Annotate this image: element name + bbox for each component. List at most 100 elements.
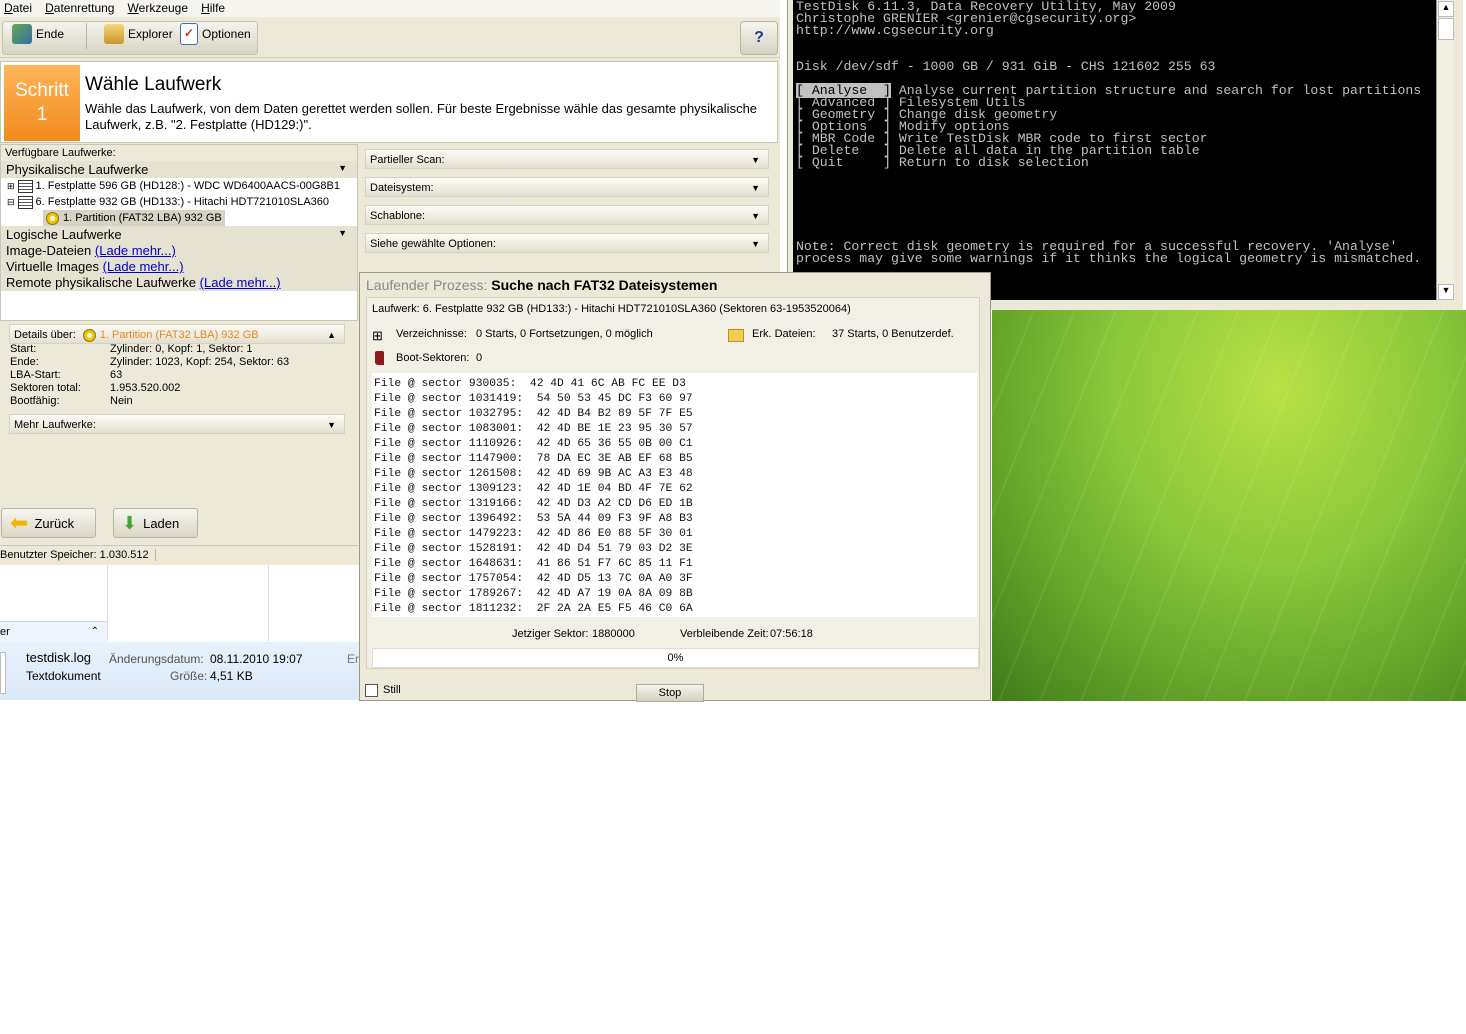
menu-hilfe[interactable]: Hilfe — [197, 0, 231, 15]
scroll-down-icon[interactable]: ▼ — [1438, 284, 1454, 300]
menu-desc: Return to disk selection — [898, 155, 1089, 170]
size-value: 4,51 KB — [210, 669, 253, 683]
exit-icon — [12, 24, 32, 44]
chevron-down-icon: ▼ — [751, 211, 760, 221]
log-line: File @ sector 1811232: 2F 2A 2A E5 F5 46… — [374, 603, 693, 615]
desktop-wallpaper — [992, 310, 1466, 701]
menu-datei[interactable]: Datei — [0, 0, 38, 15]
image-files-label: Image-Dateien — [6, 243, 92, 258]
dialog-title: Laufender Prozess: Suche nach FAT32 Date… — [366, 277, 717, 293]
disk6-label: 6. Festplatte 932 GB (HD133:) - Hitachi … — [35, 196, 330, 208]
partial-scan-label: Partieller Scan: — [370, 154, 445, 166]
folder-icon — [728, 329, 744, 342]
scroll-thumb[interactable] — [1438, 18, 1454, 40]
menu-key-quit[interactable]: [ Quit ] — [796, 155, 891, 170]
step-indicator: Schritt 1 — [4, 65, 80, 141]
template-dropdown[interactable]: Schablone: ▼ — [365, 205, 769, 225]
detail-label: Start: — [10, 343, 37, 355]
partition-selection: 1. Partition (FAT32 LBA) 932 GB — [43, 210, 225, 226]
chevron-down-icon: ▼ — [327, 420, 336, 430]
load-button[interactable]: ⬇ Laden — [113, 508, 198, 538]
testdisk-terminal[interactable]: TestDisk 6.11.3, Data Recovery Utility, … — [793, 0, 1436, 300]
partial-scan-dropdown[interactable]: Partieller Scan: ▼ — [365, 149, 769, 169]
load-more-link[interactable]: (Lade mehr...) — [200, 275, 281, 290]
scroll-up-icon[interactable]: ▲ — [1438, 1, 1454, 17]
more-drives-label: Mehr Laufwerke: — [14, 419, 96, 431]
menu-bar: Datei Datenrettung Werkzeuge Hilfe — [0, 0, 780, 17]
file-details-pane: testdisk.log Textdokument Änderungsdatum… — [0, 642, 360, 700]
collapse-icon[interactable]: ⊟ — [7, 197, 15, 207]
menu-werkzeuge[interactable]: Werkzeuge — [124, 0, 194, 15]
logical-drives-section[interactable]: Logische Laufwerke ▼ — [1, 226, 357, 243]
still-checkbox[interactable] — [365, 684, 378, 697]
size-label: Größe: — [170, 669, 208, 683]
filesystem-dropdown[interactable]: Dateisystem: ▼ — [365, 177, 769, 197]
back-button[interactable]: ⬅ Zurück — [1, 508, 96, 538]
log-line: File @ sector 1309123: 42 4D 1E 04 BD 4F… — [374, 483, 693, 495]
explorer-button[interactable]: Explorer — [104, 23, 173, 45]
scan-log[interactable]: File @ sector 930035: 42 4D 41 6C AB FC … — [372, 373, 977, 617]
details-header[interactable]: Details über: 1. Partition (FAT32 LBA) 9… — [9, 324, 345, 344]
folder-icon — [104, 24, 124, 44]
chevron-up-icon[interactable]: ⌃ — [91, 622, 99, 642]
remaining-time-value: 07:56:18 — [770, 628, 813, 640]
options-button[interactable]: ✓ Optionen — [180, 23, 251, 45]
load-more-link[interactable]: (Lade mehr...) — [103, 259, 184, 274]
file-icon — [0, 652, 6, 694]
progress-label: 0% — [667, 652, 684, 664]
modified-value: 08.11.2010 19:07 — [210, 652, 303, 666]
remote-drives-label: Remote physikalische Laufwerke — [6, 275, 197, 290]
step-header: Schritt 1 Wähle Laufwerk Wähle das Laufw… — [0, 61, 778, 143]
step-description: Wähle das Laufwerk, von dem Daten gerett… — [85, 101, 758, 132]
disk1-label: 1. Festplatte 596 GB (HD128:) - WDC WD64… — [35, 180, 340, 192]
step-title: Wähle Laufwerk — [85, 74, 222, 95]
menu-datenrettung[interactable]: Datenrettung — [41, 0, 120, 15]
details-header-label: Details über: — [14, 329, 76, 341]
details-selected: 1. Partition (FAT32 LBA) 932 GB — [99, 329, 259, 341]
image-files-row: Image-Dateien (Lade mehr...) — [1, 243, 357, 259]
more-drives-dropdown[interactable]: Mehr Laufwerke: ▼ — [9, 414, 345, 434]
tree-item-disk6[interactable]: ⊟ 6. Festplatte 932 GB (HD133:) - Hitachi… — [1, 194, 357, 210]
log-line: File @ sector 1032795: 42 4D B4 B2 89 5F… — [374, 408, 693, 420]
files-label: Erk. Dateien: — [752, 328, 816, 340]
selected-options-dropdown[interactable]: Siehe gewählte Optionen: ▼ — [365, 233, 769, 253]
stop-button[interactable]: Stop — [636, 684, 704, 702]
disk-icon — [17, 195, 33, 209]
partition-icon — [46, 211, 59, 225]
terminal-scrollbar[interactable]: ▲ ▼ — [1436, 0, 1454, 300]
arrow-left-icon: ⬅ — [10, 510, 29, 535]
help-icon: ? — [754, 29, 764, 46]
log-line: File @ sector 1147900: 78 DA EC 3E AB EF… — [374, 453, 693, 465]
drives-panel: Verfügbare Laufwerke: Physikalische Lauf… — [0, 144, 358, 321]
drive-info: Laufwerk: 6. Festplatte 932 GB (HD133:) … — [372, 303, 851, 315]
boot-value: 0 — [476, 352, 483, 364]
load-more-link[interactable]: (Lade mehr...) — [95, 243, 176, 258]
remaining-time-label: Verbleibende Zeit: — [680, 628, 769, 640]
detail-value: 1.953.520.002 — [110, 382, 181, 394]
exit-label: Ende — [36, 27, 65, 41]
detail-label: Ende: — [10, 356, 39, 368]
details-panel: Details über: 1. Partition (FAT32 LBA) 9… — [0, 321, 356, 497]
dialog-title-prefix: Laufender Prozess: — [366, 277, 488, 293]
options-label: Optionen — [202, 27, 251, 41]
exit-button[interactable]: Ende — [12, 23, 64, 45]
modified-label: Änderungsdatum: — [109, 652, 204, 666]
tree-item-partition[interactable]: 1. Partition (FAT32 LBA) 932 GB — [1, 210, 357, 226]
help-button[interactable]: ? — [740, 21, 778, 55]
disk-icon — [17, 179, 33, 193]
current-sector-value: 1880000 — [592, 628, 635, 640]
detail-label: Bootfähig: — [10, 395, 60, 407]
remote-drives-row: Remote physikalische Laufwerke (Lade meh… — [1, 275, 357, 291]
log-line: File @ sector 1648631: 41 86 51 F7 6C 85… — [374, 558, 693, 570]
column-divider — [107, 565, 108, 641]
progress-bar: 0% — [372, 648, 979, 668]
nav-pane-item[interactable]: er ⌃ — [0, 621, 107, 642]
tree-item-disk1[interactable]: ⊞ 1. Festplatte 596 GB (HD128:) - WDC WD6… — [1, 178, 357, 194]
nav-pane-text: er — [0, 626, 10, 638]
boot-label: Boot-Sektoren: — [396, 352, 470, 364]
expand-icon[interactable]: ⊞ — [7, 181, 15, 191]
file-type: Textdokument — [26, 669, 101, 683]
detail-value: Zylinder: 1023, Kopf: 254, Sektor: 63 — [110, 356, 290, 368]
physical-drives-section[interactable]: Physikalische Laufwerke ▼ — [1, 161, 357, 178]
terminal-note: process may give some warnings if it thi… — [796, 251, 1422, 266]
